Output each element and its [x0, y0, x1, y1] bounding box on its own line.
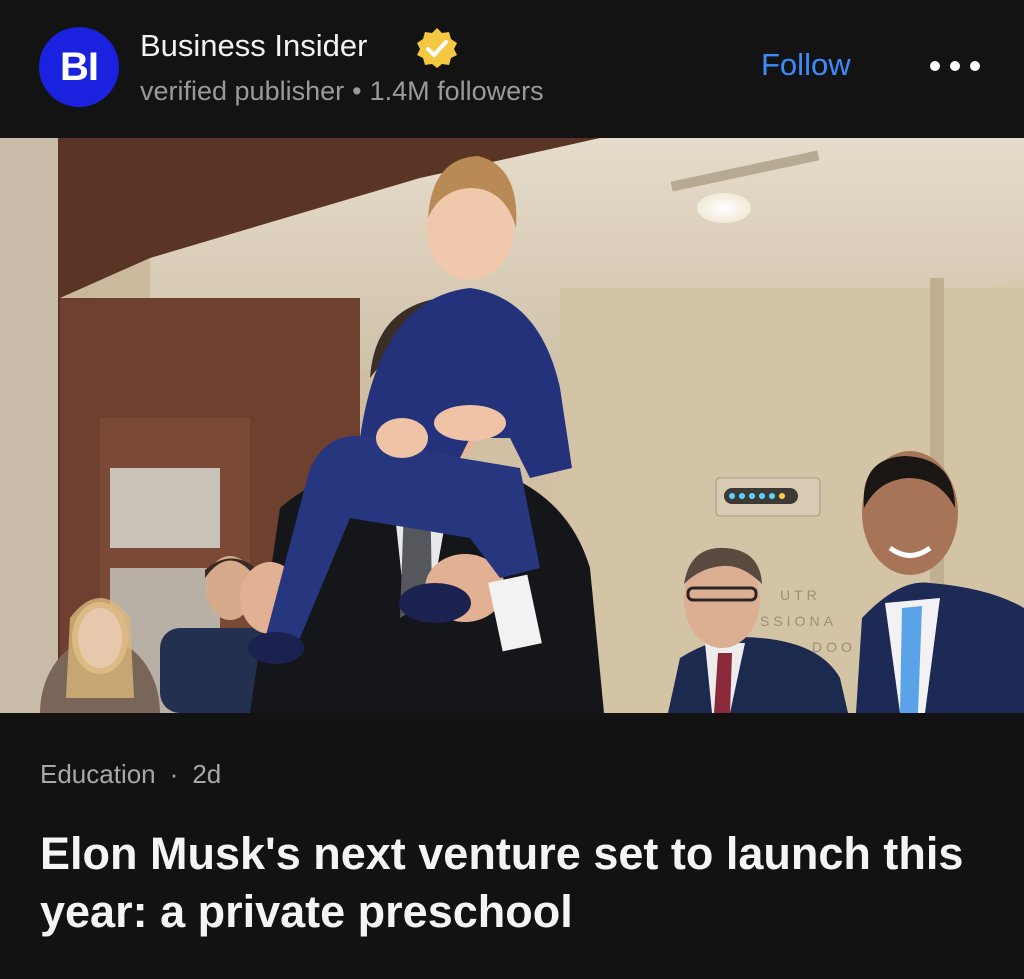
verified-badge-icon: [417, 28, 457, 68]
publisher-subtitle: verified publisher: [140, 76, 345, 106]
meta-separator: ·: [169, 759, 179, 789]
article-headline[interactable]: Elon Musk's next venture set to launch t…: [40, 825, 1000, 941]
article-photo[interactable]: UTR SSIONA DOO: [0, 138, 1024, 713]
publisher-meta: verified publisher • 1.4M followers: [140, 74, 544, 108]
svg-text:SSIONA: SSIONA: [760, 613, 837, 629]
svg-text:DOO: DOO: [812, 639, 856, 655]
meta-separator: •: [352, 76, 362, 106]
more-dots-icon[interactable]: [930, 58, 980, 74]
article-age: 2d: [192, 759, 222, 789]
publisher-logo[interactable]: BI: [39, 27, 119, 107]
follow-button[interactable]: Follow: [761, 46, 851, 84]
publisher-name[interactable]: Business Insider: [140, 28, 367, 64]
article-category[interactable]: Education: [40, 759, 156, 789]
article-meta: Education · 2d: [40, 757, 221, 791]
svg-text:UTR: UTR: [780, 587, 821, 603]
follower-count: 1.4M followers: [369, 76, 544, 106]
article-photo-illustration: UTR SSIONA DOO: [0, 138, 1024, 713]
publisher-header: BI Business Insider verified publisher • 1…: [0, 0, 1024, 138]
